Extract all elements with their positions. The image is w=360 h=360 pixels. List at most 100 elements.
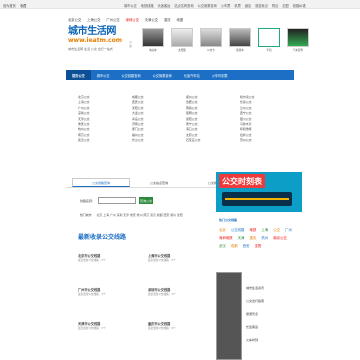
tag-link[interactable]: 深圳地铁 xyxy=(219,236,233,240)
tag-link[interactable]: 公交 xyxy=(273,228,280,232)
subnav-item[interactable]: 地图 xyxy=(177,17,184,22)
logo-tagline: 城市生活网 生活 公交 出行一站式 xyxy=(68,47,113,51)
top-link[interactable]: 火车票 xyxy=(221,3,231,8)
ad-thumb-caption: 太阳能 xyxy=(178,49,186,52)
nav-item-city-bus[interactable]: 城市公交 xyxy=(91,70,116,80)
ad-link[interactable]: 城市生活资讯 xyxy=(246,282,264,295)
top-link[interactable]: 加盟 xyxy=(282,3,288,8)
tag-cloud: 北京 公交线路 地铁 上海 公交 广州 深圳地铁 天津 重庆 杭州 南京公交 武… xyxy=(219,226,301,250)
hot-cities-line: 热门城市 北京 上海 广州 深圳 天津 重庆 杭州 南京 武汉 成都 西安 郑州… xyxy=(80,213,183,217)
top-link[interactable]: 机票 xyxy=(234,3,240,8)
tag-link[interactable]: 西安 xyxy=(243,244,250,248)
tag-link[interactable]: 天津 xyxy=(238,236,245,240)
logo-badge: 公交 xyxy=(129,40,133,48)
ad-thumb-caption: 旅游车 xyxy=(236,49,244,52)
city-meta: 最近更新公交线路：3个 xyxy=(78,293,106,296)
tag-link[interactable]: 沈阳 xyxy=(255,244,262,248)
city-link[interactable]: 深圳公交 xyxy=(78,111,90,116)
tag-link[interactable]: 地铁 xyxy=(250,228,257,232)
top-link[interactable]: 附近 xyxy=(272,3,278,8)
ad-thumb[interactable]: 汽车配件 xyxy=(287,28,309,52)
site-logo[interactable]: 城市生活网 www.ieatm.com 公交 城市生活网 生活 公交 出行一站式 xyxy=(68,26,133,54)
hot-cities-label: 热门城市 xyxy=(80,213,92,217)
directory-column: 郑州公交 合肥公交 南昌公交 昆明公交 贵阳公交 南宁公交 海口公交 太原公交 … xyxy=(186,95,200,144)
latest-lines-list: 北京市公交线路 最近更新公交线路：2个 上海市公交线路 最近更新公交线路：2个 … xyxy=(78,252,223,360)
tab-stop-query[interactable]: 公交站点查询 xyxy=(130,178,188,187)
subnav-item[interactable]: 广州公交 xyxy=(106,17,119,22)
ad-link[interactable]: 旅游景点 xyxy=(246,308,264,321)
list-item[interactable]: 北京市公交线路 最近更新公交线路：2个 xyxy=(78,254,146,263)
phone-image xyxy=(258,28,280,47)
bookmark-link[interactable]: 收藏 xyxy=(20,3,26,8)
banner-title: 公交时刻表 xyxy=(219,174,265,188)
ad-thumb[interactable]: 手机 xyxy=(258,28,280,52)
nav-item-line-query[interactable]: 公交线路查询 xyxy=(116,70,147,80)
city-link[interactable]: 武汉公交 xyxy=(78,138,90,143)
city-meta: 最近更新公交线路：2个 xyxy=(148,259,176,262)
city-directory: 北京公交 上海公交 广州公交 深圳公交 天津公交 重庆公交 杭州公交 南京公交 … xyxy=(66,86,294,178)
top-link[interactable]: 长途客运 xyxy=(158,3,171,8)
city-link[interactable]: 苏州公交 xyxy=(240,138,254,143)
tag-link[interactable]: 上海 xyxy=(261,228,268,232)
top-link[interactable]: 站点名称查询 xyxy=(174,3,193,8)
tag-link[interactable]: 广州 xyxy=(285,228,292,232)
line-search-input[interactable] xyxy=(98,197,137,204)
ad-link[interactable]: 火车时刻 xyxy=(246,334,264,347)
subnav-item[interactable]: 天津公交 xyxy=(145,17,158,22)
top-link[interactable]: 线路纠错 xyxy=(293,3,306,8)
list-item[interactable]: 重庆市公交线路 最近更新公交线路：4个 xyxy=(148,322,216,331)
subnav-item-hot[interactable]: 深圳公交 xyxy=(126,17,139,22)
tag-link[interactable]: 南京公交 xyxy=(273,236,287,240)
tag-link[interactable]: 公交线路 xyxy=(231,228,245,232)
list-item[interactable]: 深圳市公交线路 最近更新公交线路：2个 xyxy=(148,288,216,297)
tab-line-query[interactable]: 公交线路查询 xyxy=(72,178,130,187)
city-link[interactable]: 长沙公交 xyxy=(132,138,144,143)
tag-link[interactable]: 北京 xyxy=(219,228,226,232)
nav-item-transfer-query[interactable]: 公交换乘查询 xyxy=(147,70,178,80)
tag-link[interactable]: 杭州 xyxy=(261,236,268,240)
solar-image xyxy=(171,28,193,47)
hot-cities-links[interactable]: 北京 上海 广州 深圳 天津 重庆 杭州 南京 武汉 成都 西安 郑州 沈阳 xyxy=(96,213,182,217)
subnav-item[interactable]: 北京公交 xyxy=(68,17,81,22)
bottom-ad: 城市生活资讯 公交出行指南 旅游景点 长途客运 火车时刻 xyxy=(216,272,302,360)
parts-image xyxy=(287,28,309,47)
search-label: 线路名称： xyxy=(80,198,96,203)
top-link[interactable]: 公交换乘查询 xyxy=(198,3,217,8)
top-link[interactable]: 地铁线路 xyxy=(141,3,154,8)
top-link[interactable]: 旅游景点 xyxy=(255,3,268,8)
set-home-link[interactable]: 设为首页 xyxy=(3,3,16,8)
city-meta: 最近更新公交线路：2个 xyxy=(78,327,106,330)
list-item[interactable]: 天津市公交线路 最近更新公交线路：2个 xyxy=(78,322,146,331)
ad-thumbnails: 电动车 太阳能 公交卡 旅游车 手机 汽车配件 xyxy=(142,28,309,52)
search-button[interactable]: 查询公交 xyxy=(139,197,154,204)
tag-link[interactable]: 成都 xyxy=(231,244,238,248)
ad-thumb[interactable]: 旅游车 xyxy=(229,28,251,52)
top-link[interactable]: 酒店 xyxy=(245,3,251,8)
ad-thumb-caption: 电动车 xyxy=(149,49,157,52)
top-link[interactable]: 城市公交 xyxy=(124,3,137,8)
ad-thumb[interactable]: 公交卡 xyxy=(200,28,222,52)
ad-link[interactable]: 长途客运 xyxy=(246,321,264,334)
city-link[interactable]: 石家庄公交 xyxy=(186,138,200,143)
ad-thumb[interactable]: 电动车 xyxy=(142,28,164,52)
bus-image xyxy=(229,28,251,47)
city-meta: 最近更新公交线路：2个 xyxy=(78,259,106,262)
list-item[interactable]: 广州市公交线路 最近更新公交线路：3个 xyxy=(78,288,146,297)
directory-column: 哈尔滨公交 长春公交 兰州公交 西宁公交 银川公交 乌鲁木齐 呼和浩特 拉萨公交… xyxy=(240,95,254,144)
nav-item-coach-station[interactable]: 长途汽车站 xyxy=(178,70,206,80)
city-meta: 最近更新公交线路：2个 xyxy=(148,293,176,296)
subnav-item[interactable]: 重庆 xyxy=(164,17,171,22)
ad-link[interactable]: 公交出行指南 xyxy=(246,295,264,308)
city-link[interactable]: 大连公交 xyxy=(132,111,144,116)
ad-thumb[interactable]: 太阳能 xyxy=(171,28,193,52)
bus-schedule-banner[interactable]: 公交时刻表 xyxy=(216,172,302,212)
subnav-item[interactable]: 上海公交 xyxy=(87,17,100,22)
ad-list: 城市生活资讯 公交出行指南 旅游景点 长途客运 火车时刻 xyxy=(246,282,264,347)
card-image xyxy=(200,28,222,47)
nav-item-train-schedule[interactable]: 火车时刻表 xyxy=(206,70,234,80)
tag-link[interactable]: 重庆 xyxy=(250,236,257,240)
nav-item-home[interactable]: 首页公交 xyxy=(66,70,91,80)
ad-image[interactable] xyxy=(216,272,242,360)
list-item[interactable]: 上海市公交线路 最近更新公交线路：2个 xyxy=(148,254,216,263)
tag-link[interactable]: 武汉 xyxy=(219,244,226,248)
